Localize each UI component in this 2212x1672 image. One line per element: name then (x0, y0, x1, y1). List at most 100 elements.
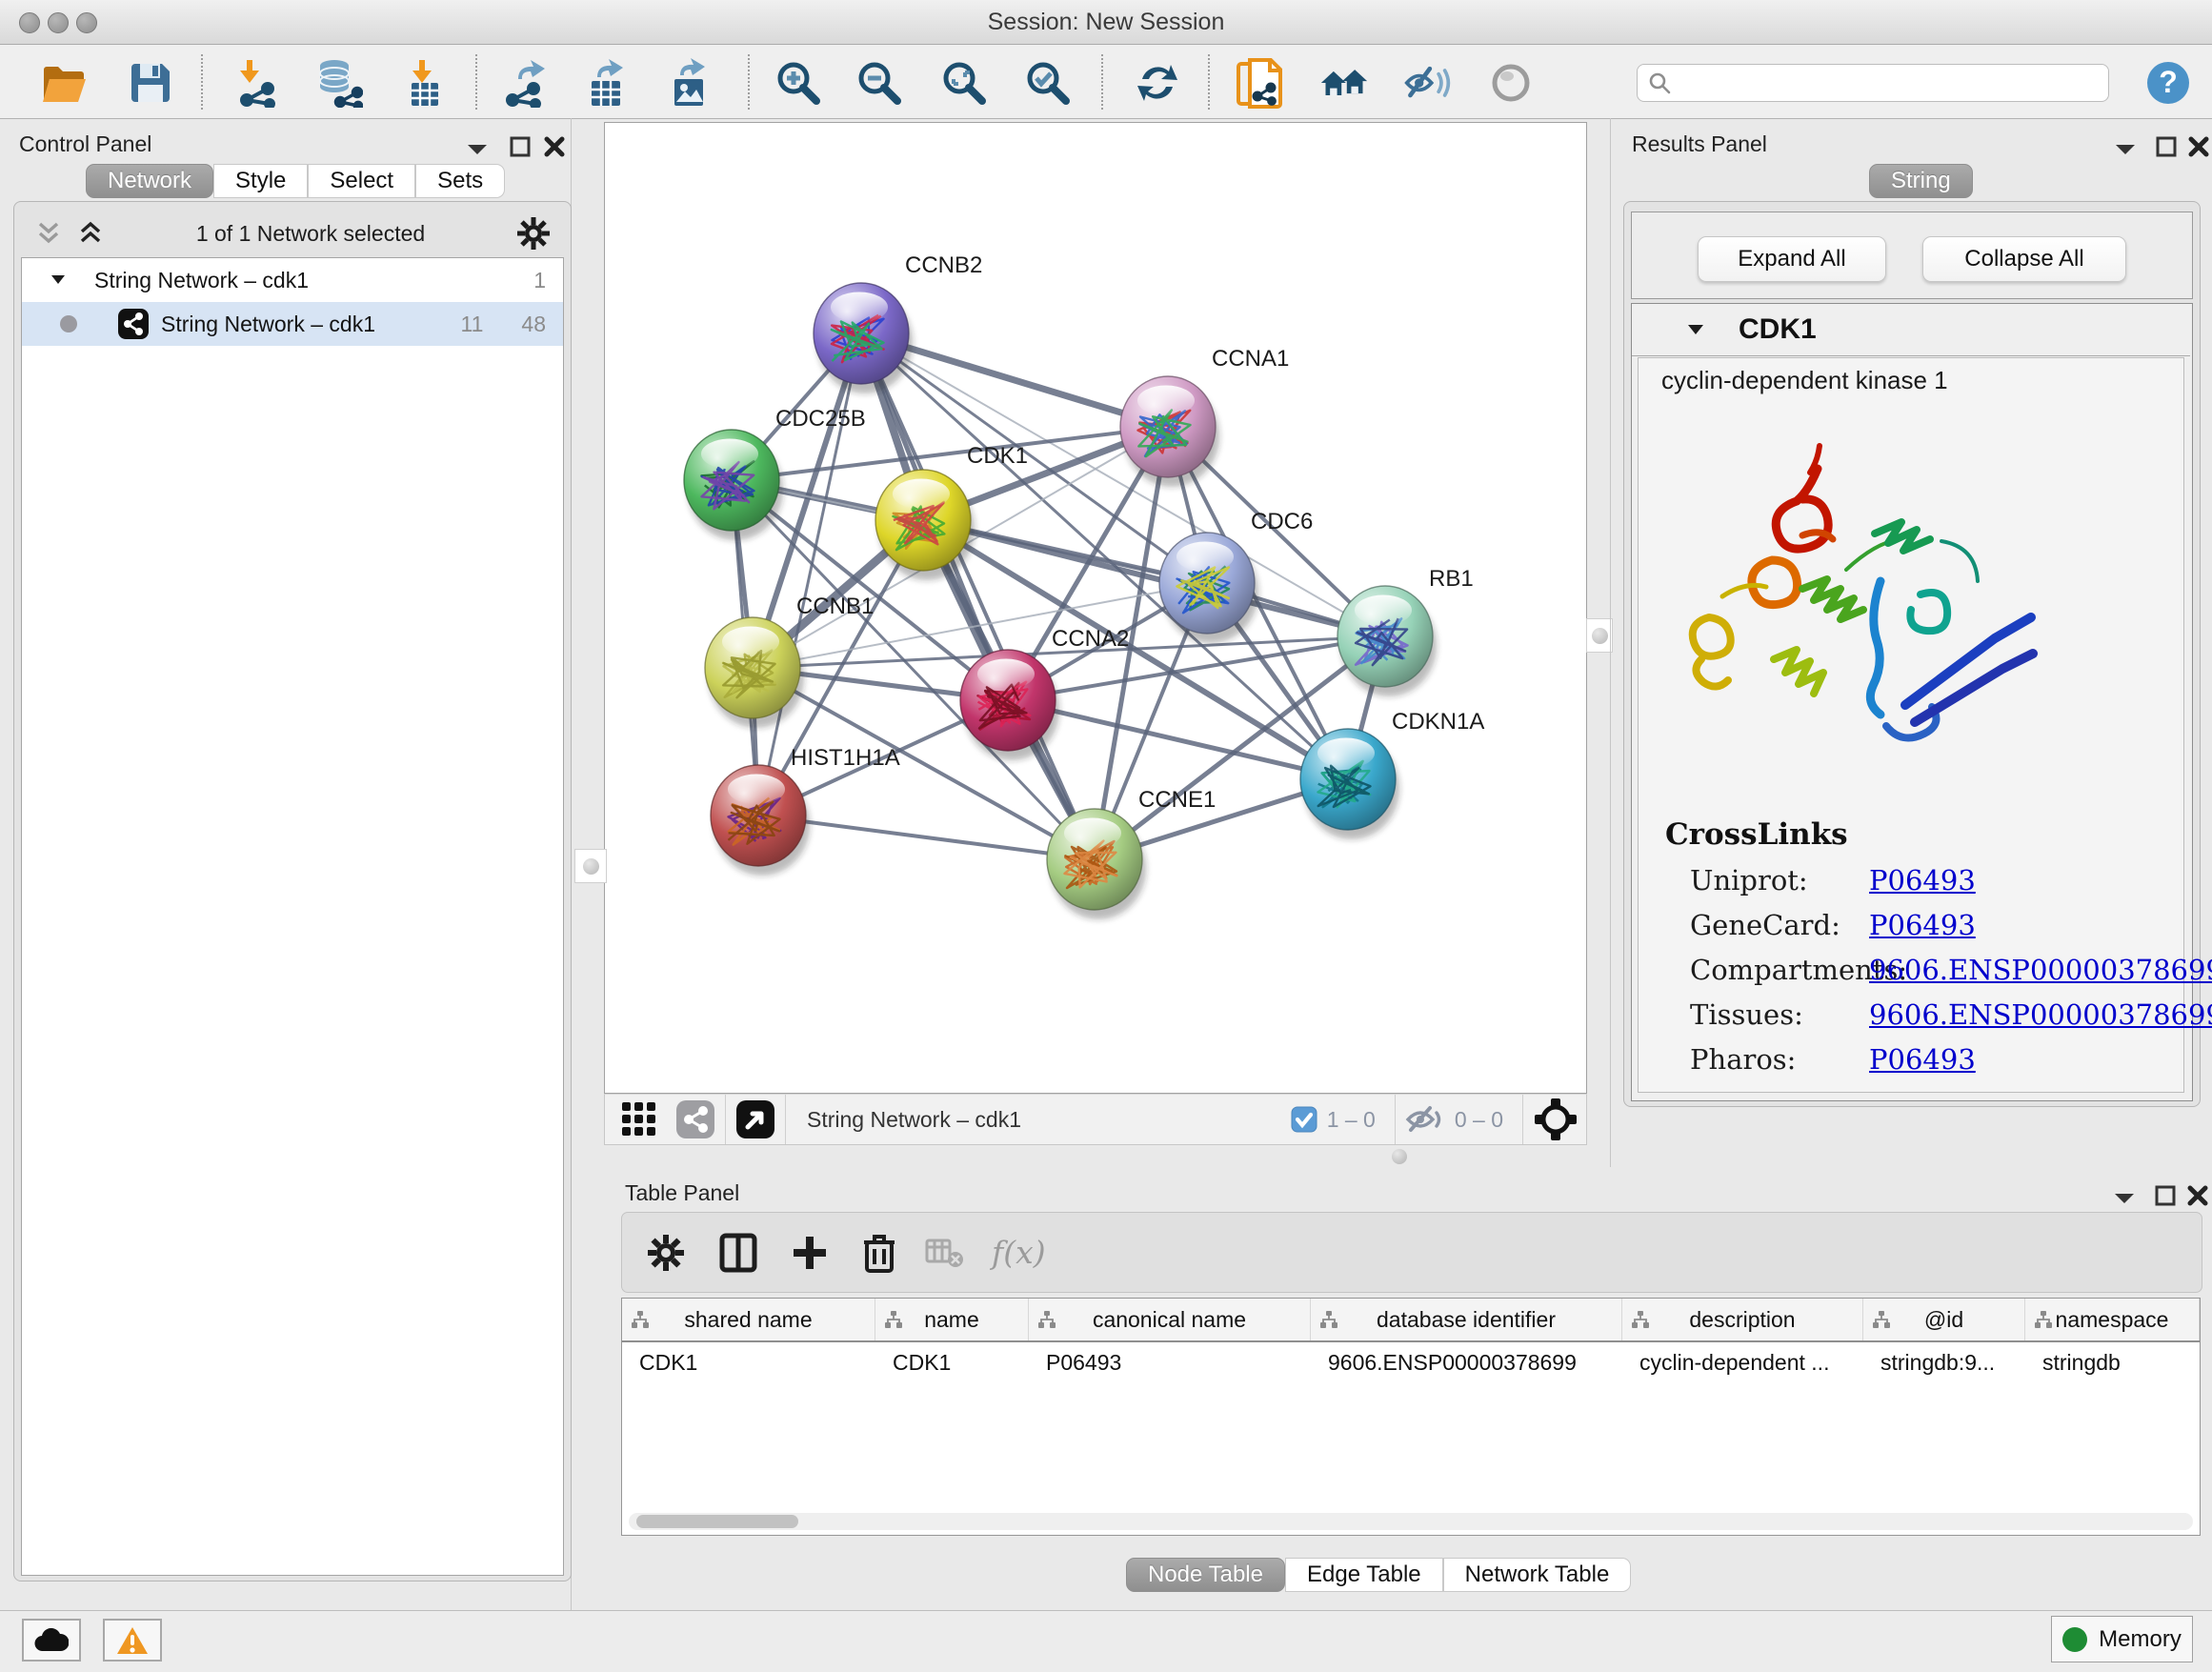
network-node-RB1[interactable]: RB1 (1337, 566, 1474, 696)
selected-checkbox-icon[interactable] (1291, 1106, 1317, 1133)
network-collection-row[interactable]: String Network – cdk1 1 (22, 258, 563, 302)
navigator-crosshair-icon[interactable] (1533, 1097, 1579, 1142)
crosslink-link[interactable]: P06493 (1869, 864, 1976, 896)
network-node-CDC6[interactable]: CDC6 (1159, 509, 1313, 643)
column-header-namespace[interactable]: namespace (2025, 1299, 2200, 1340)
table-row[interactable]: CDK1CDK1P064939606.ENSP00000378699cyclin… (622, 1342, 2200, 1382)
table-scrollbar-thumb[interactable] (636, 1515, 798, 1528)
network-node-CCNA1[interactable]: CCNA1 (1120, 346, 1289, 487)
open-session-button[interactable] (40, 58, 90, 108)
network-node-CDK1[interactable]: CDK1 (875, 443, 1028, 580)
open-in-new-icon[interactable] (735, 1099, 775, 1139)
tab-style[interactable]: Style (213, 164, 308, 198)
help-button[interactable]: ? (2143, 58, 2193, 108)
tree-expand-icon[interactable] (50, 274, 66, 286)
birdseye-grid-icon[interactable] (620, 1100, 658, 1138)
column-header-name[interactable]: name (875, 1299, 1029, 1340)
collapse-panel-icon[interactable] (466, 143, 489, 156)
network-node-CCNB1[interactable]: CCNB1 (705, 594, 874, 728)
import-table-button[interactable] (400, 58, 450, 108)
refresh-button[interactable] (1133, 58, 1182, 108)
warnings-button[interactable] (103, 1619, 162, 1662)
tab-network-table[interactable]: Network Table (1443, 1558, 1632, 1592)
delete-column-icon[interactable] (862, 1233, 896, 1273)
hide-selected-button[interactable] (1403, 58, 1453, 108)
column-header-database-identifier[interactable]: database identifier (1311, 1299, 1622, 1340)
table-cell[interactable]: stringdb (2025, 1350, 2200, 1376)
level-of-detail-button[interactable] (1486, 58, 1536, 108)
collapse-all-button[interactable]: Collapse All (1922, 236, 2126, 282)
float-panel-icon[interactable] (2155, 135, 2178, 158)
node-label-RB1: RB1 (1429, 566, 1474, 592)
close-panel-icon[interactable] (543, 135, 566, 158)
memory-button[interactable]: Memory (2051, 1616, 2193, 1662)
table-options-gear-icon[interactable] (647, 1234, 685, 1272)
right-splitter-handle[interactable] (1586, 618, 1613, 653)
bottom-splitter-handle[interactable] (1392, 1149, 1407, 1164)
left-splitter-handle[interactable] (574, 849, 607, 883)
add-column-icon[interactable] (792, 1235, 828, 1271)
zoom-selected-button[interactable] (1023, 58, 1073, 108)
string-network-graph[interactable]: CCNB2CCNA1CDC25BCDK1CDC6RB1CCNB1CCNA2CDK… (605, 123, 1586, 1093)
node-table[interactable]: shared namenamecanonical namedatabase id… (621, 1298, 2201, 1536)
float-panel-icon[interactable] (509, 135, 532, 158)
tab-string[interactable]: String (1869, 164, 1973, 198)
zoom-out-button[interactable] (855, 58, 904, 108)
close-panel-icon[interactable] (2186, 1184, 2209, 1207)
table-cell[interactable]: cyclin-dependent ... (1622, 1350, 1863, 1376)
table-horizontal-scrollbar[interactable] (629, 1513, 2193, 1530)
search-input[interactable] (1672, 70, 2085, 96)
collapse-protein-icon[interactable] (1687, 324, 1704, 336)
column-header-description[interactable]: description (1622, 1299, 1863, 1340)
tab-sets[interactable]: Sets (415, 164, 505, 198)
import-network-database-button[interactable] (313, 58, 363, 108)
export-table-icon (582, 58, 632, 108)
table-cell[interactable]: CDK1 (875, 1350, 1029, 1376)
crosslink-link[interactable]: 9606.ENSP00000378699 (1869, 998, 2212, 1031)
export-image-button[interactable] (665, 58, 714, 108)
crosslink-link[interactable]: P06493 (1869, 909, 1976, 941)
network-node-HIST1H1A[interactable]: HIST1H1A (711, 745, 900, 876)
expand-all-networks-icon[interactable] (76, 221, 105, 246)
network-edge[interactable] (923, 520, 1385, 636)
close-panel-icon[interactable] (2187, 135, 2210, 158)
protein-card-header[interactable]: CDK1 (1632, 304, 2190, 356)
network-node-CDC25B[interactable]: CDC25B (684, 406, 866, 540)
column-header-@id[interactable]: @id (1863, 1299, 2025, 1340)
collapse-panel-icon[interactable] (2113, 1192, 2136, 1205)
tab-node-table[interactable]: Node Table (1126, 1558, 1285, 1592)
string-style-toggle-icon[interactable] (675, 1099, 715, 1139)
zoom-fit-button[interactable] (939, 58, 989, 108)
save-session-button[interactable] (126, 58, 175, 108)
show-all-nodes-button[interactable] (1319, 58, 1369, 108)
show-columns-icon[interactable] (719, 1233, 757, 1273)
network-row-selected[interactable]: String Network – cdk1 11 48 (22, 302, 563, 346)
network-canvas[interactable]: CCNB2CCNA1CDC25BCDK1CDC6RB1CCNB1CCNA2CDK… (604, 122, 1587, 1094)
tab-select[interactable]: Select (308, 164, 415, 198)
network-node-CDKN1A[interactable]: CDKN1A (1300, 709, 1484, 839)
collapse-all-networks-icon[interactable] (34, 221, 63, 246)
tab-edge-table[interactable]: Edge Table (1285, 1558, 1443, 1592)
tab-network[interactable]: Network (86, 164, 213, 198)
import-network-file-button[interactable] (233, 58, 283, 108)
expand-all-button[interactable]: Expand All (1698, 236, 1886, 282)
crosslink-link[interactable]: P06493 (1869, 1043, 1976, 1076)
network-from-clipboard-button[interactable] (1235, 58, 1284, 108)
crosslink-link[interactable]: 9606.ENSP00000378699 (1869, 954, 2212, 986)
zoom-in-button[interactable] (774, 58, 823, 108)
cloud-status-button[interactable] (22, 1619, 81, 1662)
table-cell[interactable]: 9606.ENSP00000378699 (1311, 1350, 1622, 1376)
collapse-panel-icon[interactable] (2114, 143, 2137, 156)
search-box[interactable] (1637, 64, 2109, 102)
table-cell[interactable]: CDK1 (622, 1350, 875, 1376)
export-table-button[interactable] (582, 58, 632, 108)
table-cell[interactable]: P06493 (1029, 1350, 1311, 1376)
column-header-canonical-name[interactable]: canonical name (1029, 1299, 1311, 1340)
network-node-CCNB2[interactable]: CCNB2 (814, 252, 982, 393)
table-cell[interactable]: stringdb:9... (1863, 1350, 2025, 1376)
network-edge[interactable] (861, 333, 1095, 859)
network-options-gear-icon[interactable] (516, 216, 551, 251)
export-network-button[interactable] (501, 58, 551, 108)
float-panel-icon[interactable] (2154, 1184, 2177, 1207)
column-header-shared-name[interactable]: shared name (622, 1299, 875, 1340)
